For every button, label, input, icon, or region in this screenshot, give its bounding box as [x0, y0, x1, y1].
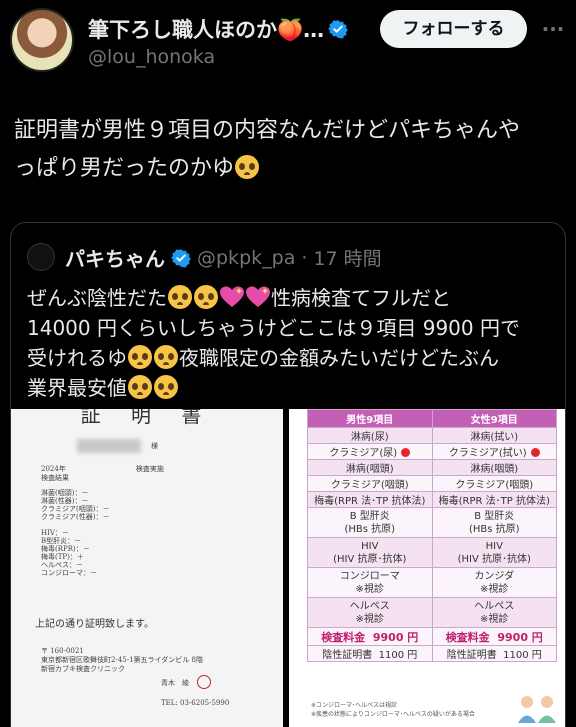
verified-badge-icon	[328, 20, 348, 39]
quoted-author-name[interactable]: パキちゃん	[65, 243, 165, 272]
male-test-cell: 淋病(尿)	[307, 427, 433, 444]
certificate-result: クラミジア(性器)：－	[41, 513, 110, 521]
male-test-cell: 淋病(咽頭)	[307, 459, 433, 476]
table-row: 淋病(咽頭) 淋病(咽頭)	[307, 459, 557, 476]
author-name-row: 筆下ろし職人ほのか🍑…	[88, 14, 348, 44]
price-row: 検査料金 9900 円 検査料金 9900 円	[307, 627, 557, 646]
table-row: 淋病(尿) 淋病(拭い)	[307, 427, 557, 444]
quoted-text-segment: 業界最安値	[27, 376, 127, 400]
verified-badge-icon	[171, 248, 191, 268]
male-doc-cell: 陰性証明書 1100 円	[307, 645, 433, 662]
tweet-text-line1: 証明書が男性９項目の内容なんだけどパキちゃんや	[14, 118, 521, 143]
table-body: 淋病(尿) 淋病(拭い) クラミジア(尿) クラミジア(拭い) 淋病(咽頭) 淋病(咽頭)…	[307, 427, 557, 628]
table-row: HIV (HIV 抗原･抗体) HIV (HIV 抗原･抗体)	[307, 537, 557, 568]
pleading-face-emoji-icon	[154, 375, 178, 399]
pleading-face-emoji-icon	[154, 345, 178, 369]
quoted-author-avatar[interactable]	[27, 243, 55, 271]
certificate-name-suffix: 様	[151, 442, 158, 450]
author-handle[interactable]: @lou_honoka	[88, 46, 215, 68]
certificate-date-line: 2024年 検査実施	[41, 465, 164, 473]
female-test-cell: クラミジア(拭い)	[431, 443, 557, 460]
quoted-text-segment: 性病検査てフルだと	[271, 286, 451, 310]
red-dot-icon	[530, 448, 540, 457]
price-table-image[interactable]: 男性9項目 女性9項目 淋病(尿) 淋病(拭い) クラミジア(尿) クラミジア(拭い)…	[289, 409, 565, 727]
male-test-cell: ヘルペス ※視診	[307, 597, 433, 628]
red-dot-icon	[401, 448, 411, 457]
male-test-cell: クラミジア(尿)	[307, 443, 433, 460]
table-row: クラミジア(尿) クラミジア(拭い)	[307, 443, 557, 460]
female-doc-cell: 陰性証明書 1100 円	[431, 645, 557, 662]
certificate-clinic: 新宿カブキ検査クリニック	[41, 665, 125, 673]
dot-separator: ·	[301, 246, 308, 269]
certificate-tel: TEL: 03-6205-5990	[161, 699, 230, 707]
sparkling-heart-icon	[246, 286, 270, 307]
tweet-text: 証明書が男性９項目の内容なんだけどパキちゃんや っぱり男だったのかゆ	[14, 112, 566, 188]
female-test-cell: B 型肝炎 (HBs 抗原)	[431, 507, 557, 538]
table-header-row: 男性9項目 女性9項目	[307, 409, 557, 428]
pleading-face-emoji-icon	[128, 375, 152, 399]
pleading-face-emoji-icon	[235, 155, 260, 179]
female-test-cell: クラミジア(咽頭)	[431, 475, 557, 492]
quoted-tweet-text: ぜんぶ陰性だた 性病検査てフルだと 14000 円くらいしちゃうけどここは９項目 …	[27, 283, 557, 403]
table-note: ※コンジローマ･ヘルペスは視診	[311, 702, 398, 709]
pleading-face-emoji-icon	[128, 345, 152, 369]
certificate-results-label: 検査結果	[41, 474, 69, 482]
tweet-header: 筆下ろし職人ほのか🍑… @lou_honoka フォローする ···	[0, 0, 576, 80]
tweet-text-line2: っぱり男だったのかゆ	[14, 156, 235, 181]
female-price-cell: 検査料金 9900 円	[431, 627, 557, 646]
certificate-title: 証 明 書	[80, 409, 214, 427]
table-row: クラミジア(咽頭) クラミジア(咽頭)	[307, 475, 557, 492]
sparkling-heart-icon	[220, 286, 244, 307]
quoted-author-row: パキちゃん @pkpk_pa · 17 時間	[65, 243, 382, 272]
table-note: ※疾患の状態によりコンジローマ･ヘルペスの疑いがある場合	[311, 711, 475, 718]
pleading-face-emoji-icon	[168, 285, 192, 309]
female-test-cell: 淋病(咽頭)	[431, 459, 557, 476]
people-illustration-icon	[518, 696, 556, 723]
table-notes: ※コンジローマ･ヘルペスは視診 ※疾患の状態によりコンジローマ･ヘルペスの疑いが…	[311, 701, 511, 719]
table-row: ヘルペス ※視診 ヘルペス ※視診	[307, 597, 557, 628]
quoted-author-handle[interactable]: @pkpk_pa	[197, 247, 295, 269]
follow-button[interactable]: フォローする	[380, 10, 527, 48]
quoted-timestamp[interactable]: 17 時間	[313, 244, 381, 271]
table-row: 梅毒(RPR 法･TP 抗体法) 梅毒(RPR 法･TP 抗体法)	[307, 491, 557, 508]
female-test-cell: 淋病(拭い)	[431, 427, 557, 444]
male-test-cell: B 型肝炎 (HBs 抗原)	[307, 507, 433, 538]
author-display-name[interactable]: 筆下ろし職人ほのか🍑…	[88, 14, 324, 44]
certificate-doctor: 青木 綾	[161, 679, 189, 687]
quoted-tweet-card[interactable]: パキちゃん @pkpk_pa · 17 時間 ぜんぶ陰性だた 性病検査てフルだと …	[10, 222, 566, 727]
table-row: B 型肝炎 (HBs 抗原) B 型肝炎 (HBs 抗原)	[307, 507, 557, 538]
certificate-result: コンジローマ：－	[41, 569, 97, 577]
test-items-table: 男性9項目 女性9項目 淋病(尿) 淋病(拭い) クラミジア(尿) クラミジア(拭い)…	[307, 409, 557, 662]
male-column-header: 男性9項目	[307, 409, 433, 428]
certificate-postal: 〒 160-0021	[41, 647, 84, 655]
author-avatar[interactable]	[10, 8, 74, 72]
seal-stamp-icon	[197, 675, 211, 689]
female-test-cell: 梅毒(RPR 法･TP 抗体法)	[431, 491, 557, 508]
more-options-icon[interactable]: ···	[538, 14, 568, 44]
certificate-image[interactable]: 証 明 書 様 2024年 検査実施 検査結果 淋菌(咽頭)：－ 淋菌(性器)：…	[11, 409, 283, 727]
quoted-text-segment: ぜんぶ陰性だた	[27, 286, 167, 310]
quoted-text-segment: 14000 円くらいしちゃうけどここは９項目 9900 円で	[27, 316, 520, 340]
female-test-cell: HIV (HIV 抗原･抗体)	[431, 537, 557, 568]
male-test-cell: 梅毒(RPR 法･TP 抗体法)	[307, 491, 433, 508]
table-row: コンジローマ ※視診 カンジダ ※視診	[307, 567, 557, 598]
quoted-text-segment: 受けれるゆ	[27, 346, 127, 370]
redacted-name	[77, 439, 141, 453]
female-column-header: 女性9項目	[431, 409, 557, 428]
female-test-cell: カンジダ ※視診	[431, 567, 557, 598]
male-test-cell: HIV (HIV 抗原･抗体)	[307, 537, 433, 568]
male-test-cell: クラミジア(咽頭)	[307, 475, 433, 492]
male-price-cell: 検査料金 9900 円	[307, 627, 433, 646]
male-test-cell: コンジローマ ※視診	[307, 567, 433, 598]
certificate-statement: 上記の通り証明致します。	[35, 619, 154, 630]
certificate-fee-row: 陰性証明書 1100 円 陰性証明書 1100 円	[307, 645, 557, 662]
certificate-address: 東京都新宿区歌舞伎町2-45-1第五ライダンビル 8階	[41, 656, 203, 664]
quoted-text-segment: 夜職限定の金額みたいだけどたぶん	[179, 346, 499, 370]
female-test-cell: ヘルペス ※視診	[431, 597, 557, 628]
pleading-face-emoji-icon	[194, 285, 218, 309]
